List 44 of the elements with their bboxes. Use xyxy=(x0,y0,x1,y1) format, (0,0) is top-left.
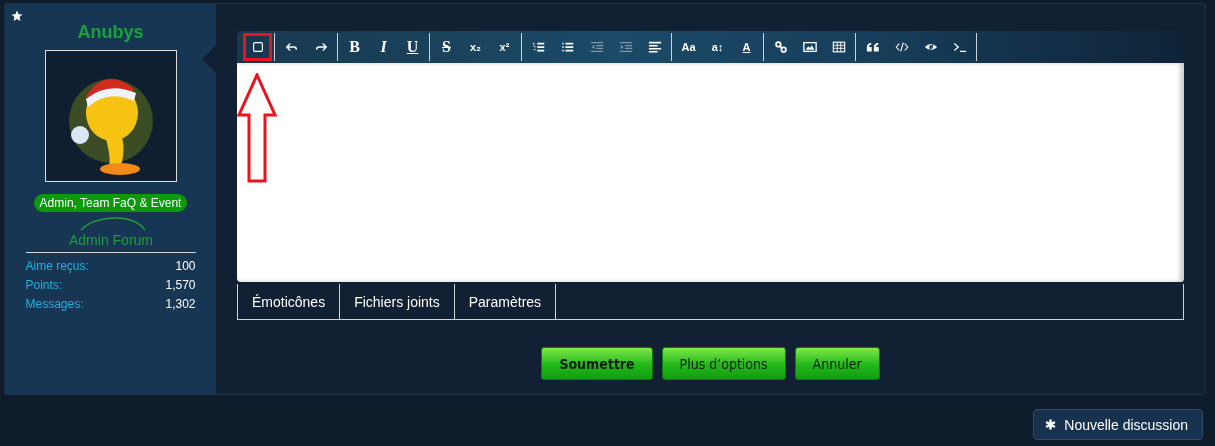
stat-label: Aime reçus: xyxy=(25,258,89,274)
align-left-icon xyxy=(647,40,662,54)
image-icon xyxy=(802,40,817,54)
role-badge: Admin, Team FaQ & Event xyxy=(33,194,188,212)
stat-value: 1,302 xyxy=(165,296,196,312)
redo-icon xyxy=(313,40,328,54)
username[interactable]: Anubys xyxy=(77,21,144,43)
submit-button[interactable]: Soumettre xyxy=(541,347,653,380)
new-thread-button[interactable]: Nouvelle discussion xyxy=(1033,409,1203,440)
format-button[interactable]: a↕ xyxy=(703,33,732,61)
asterisk-icon xyxy=(1045,419,1057,430)
toggle-button[interactable] xyxy=(243,33,272,61)
editor-tab[interactable]: Paramètres xyxy=(454,284,557,319)
stat-value: 1,570 xyxy=(165,277,196,293)
editor-tab[interactable]: Fichiers joints xyxy=(340,284,455,319)
panel-pointer xyxy=(202,45,216,73)
stat-value: 100 xyxy=(175,258,196,274)
quote-icon xyxy=(865,40,880,54)
stat-label: Points: xyxy=(25,277,63,293)
format-button[interactable]: x₂ xyxy=(461,33,490,61)
link-icon xyxy=(773,40,788,54)
format-button[interactable]: S xyxy=(432,33,461,61)
format-button[interactable]: U xyxy=(398,33,427,61)
bullet-list-icon xyxy=(560,40,575,54)
format-button[interactable]: B xyxy=(340,33,369,61)
code-icon xyxy=(894,40,909,54)
star-icon[interactable] xyxy=(11,10,23,22)
table-icon xyxy=(831,40,846,54)
undo-icon xyxy=(284,40,299,54)
rank-logo: Admin Forum xyxy=(60,216,161,248)
format-button[interactable]: A xyxy=(732,33,761,61)
indent-icon xyxy=(618,40,633,54)
format-button[interactable]: I xyxy=(369,33,398,61)
outdent-icon xyxy=(589,40,604,54)
square-icon xyxy=(250,40,265,54)
hidden-eye-icon xyxy=(923,40,938,54)
stat-label: Messages: xyxy=(25,296,84,312)
numbered-list-icon xyxy=(531,40,546,54)
cancel-button[interactable]: Annuler xyxy=(794,347,880,380)
terminal-icon xyxy=(952,40,967,54)
options-button[interactable]: Plus d’options xyxy=(661,347,786,380)
editor-tab[interactable]: Émoticônes xyxy=(238,284,341,319)
format-button[interactable]: x² xyxy=(490,33,519,61)
format-button[interactable]: Aa xyxy=(674,33,703,61)
